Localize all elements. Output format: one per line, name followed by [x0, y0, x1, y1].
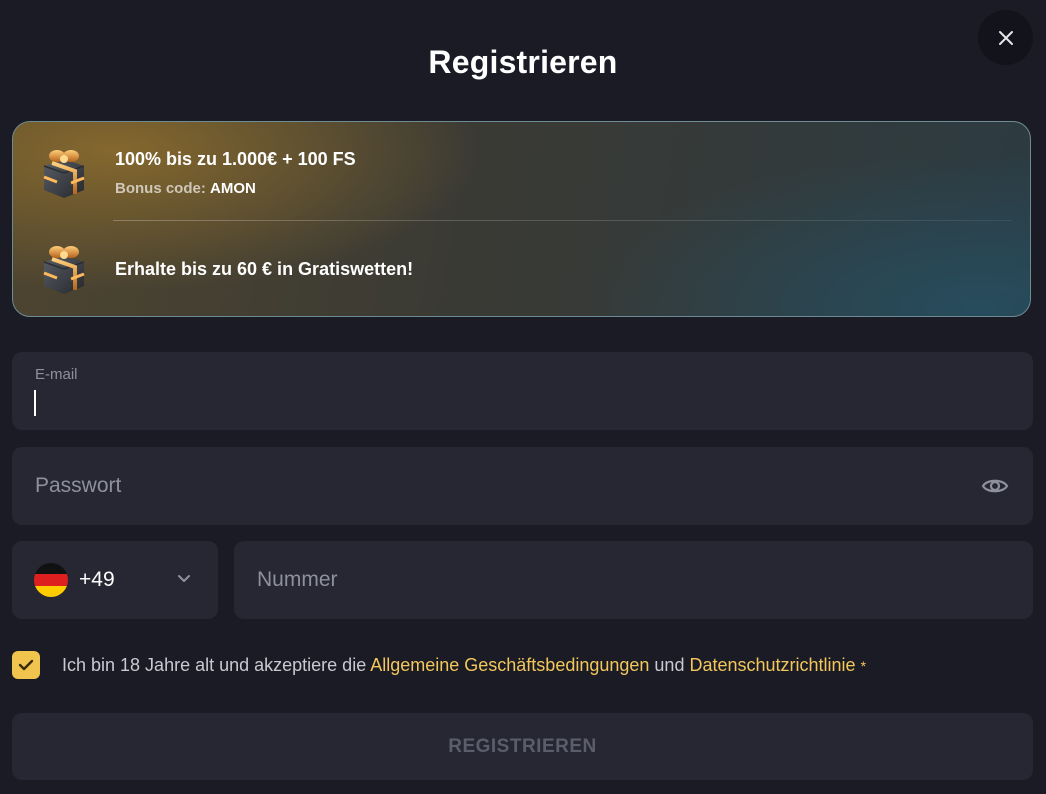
- phone-number-field[interactable]: Nummer: [234, 541, 1033, 619]
- germany-flag-icon: [34, 563, 68, 597]
- password-placeholder: Passwort: [35, 474, 122, 497]
- terms-text-before: Ich bin 18 Jahre alt und akzeptiere die: [62, 654, 371, 675]
- chevron-down-icon: [178, 575, 190, 582]
- email-field[interactable]: E-mail: [12, 352, 1033, 430]
- promo-title: 100% bis zu 1.000€ + 100 FS: [115, 149, 356, 169]
- promo-item: 100% bis zu 1.000€ + 100 FS Bonus code: …: [13, 144, 1030, 202]
- promo-title: Erhalte bis zu 60 € in Gratiswetten!: [115, 258, 414, 279]
- gift-icon: [43, 150, 85, 198]
- terms-text-middle: und: [649, 654, 690, 675]
- required-mark: *: [860, 657, 867, 674]
- email-label: E-mail: [35, 366, 78, 383]
- checkmark-icon: [18, 659, 34, 671]
- bonus-code: Bonus code: AMON: [115, 180, 356, 197]
- country-code: +49: [79, 568, 115, 591]
- promo-divider: [113, 220, 1012, 221]
- terms-checkbox[interactable]: [12, 651, 40, 679]
- password-field[interactable]: Passwort: [12, 447, 1033, 525]
- privacy-link[interactable]: Datenschutzrichtlinie: [689, 655, 855, 675]
- gift-icon: [43, 246, 85, 294]
- eye-icon[interactable]: [981, 476, 1009, 496]
- bonus-code-value: AMON: [210, 180, 256, 197]
- promo-banner: 100% bis zu 1.000€ + 100 FS Bonus code: …: [12, 121, 1031, 317]
- country-code-select[interactable]: +49: [12, 541, 218, 619]
- text-caret: [34, 390, 36, 416]
- dialog-title: Registrieren: [428, 44, 618, 80]
- terms-text: Ich bin 18 Jahre alt und akzeptiere die …: [62, 655, 866, 676]
- bonus-code-label: Bonus code:: [115, 180, 211, 197]
- terms-row: Ich bin 18 Jahre alt und akzeptiere die …: [12, 651, 866, 679]
- register-button[interactable]: REGISTRIEREN: [12, 713, 1033, 780]
- terms-link[interactable]: Allgemeine Geschäftsbedingungen: [370, 655, 649, 675]
- promo-item: Erhalte bis zu 60 € in Gratiswetten!: [13, 240, 1030, 298]
- phone-number-placeholder: Nummer: [257, 568, 338, 591]
